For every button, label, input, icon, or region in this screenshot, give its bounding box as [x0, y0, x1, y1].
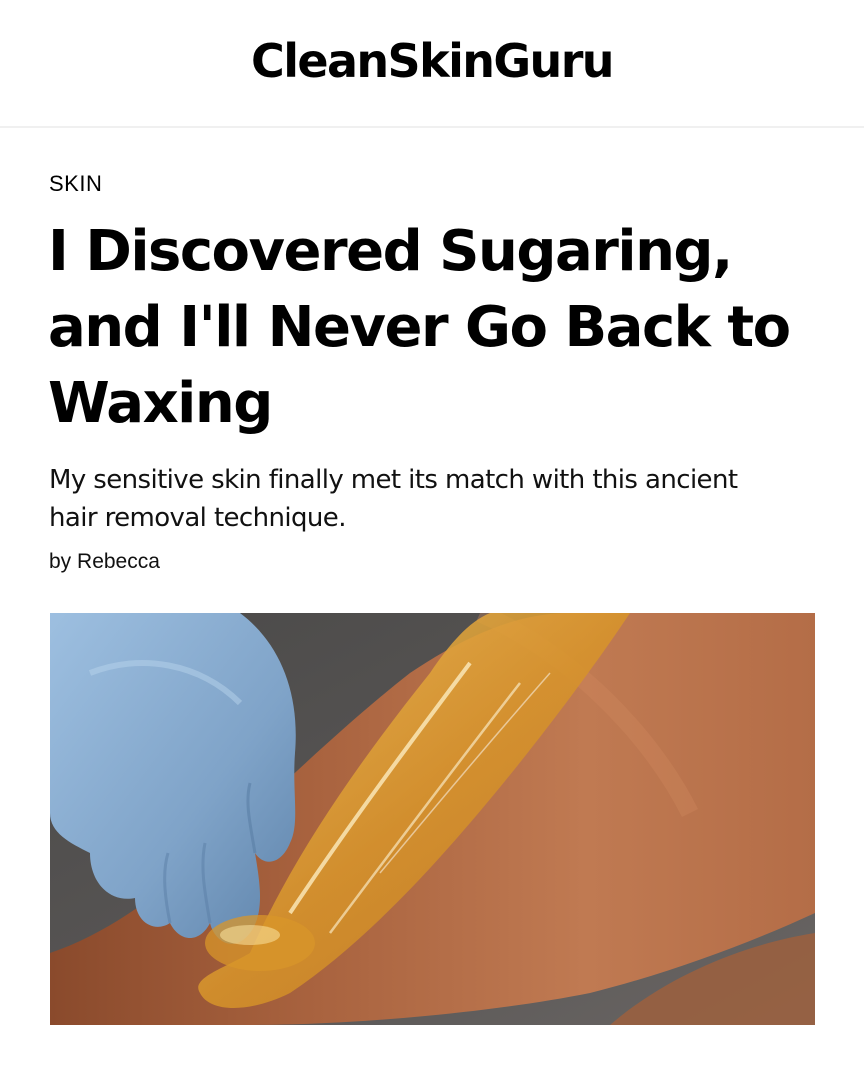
category-link[interactable]: SKIN [49, 171, 102, 197]
author-link[interactable]: Rebecca [77, 550, 160, 573]
paste-blob-glint [220, 925, 280, 945]
article-title: I Discovered Sugaring, and I'll Never Go… [48, 219, 791, 436]
site-header: CleanSkinGuru [0, 0, 864, 128]
article-dek: My sensitive skin finally met its match … [49, 465, 738, 533]
byline-prefix: by [49, 550, 72, 573]
byline: by Rebecca [49, 550, 160, 574]
site-logo[interactable]: CleanSkinGuru [251, 34, 614, 88]
hero-illustration [50, 613, 815, 1025]
hero-image [50, 613, 815, 1025]
